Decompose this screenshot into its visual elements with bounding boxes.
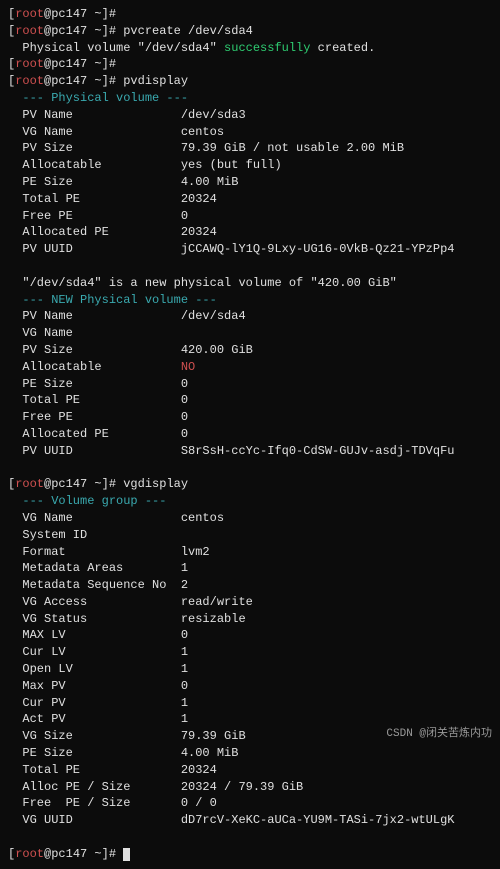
kv-row: PV Size 79.39 GiB / not usable 2.00 MiB [8,140,492,157]
kv-row: PE Size 0 [8,376,492,393]
prompt-line: [root@pc147 ~]# [8,56,492,73]
kv-row: Free PE 0 [8,409,492,426]
kv-row: VG Name centos [8,124,492,141]
kv-row: Max PV 0 [8,678,492,695]
output-line: --- Physical volume --- [8,90,492,107]
kv-row: VG Access read/write [8,594,492,611]
output-line [8,829,492,846]
csdn-watermark: CSDN @闭关苦炼内功 [386,727,492,742]
cursor [123,848,130,861]
kv-row: Allocated PE 0 [8,426,492,443]
kv-row: Allocated PE 20324 [8,224,492,241]
prompt-line: [root@pc147 ~]# [8,846,492,863]
kv-row: Open LV 1 [8,661,492,678]
kv-row: Format lvm2 [8,544,492,561]
output-line [8,460,492,477]
output-line: --- NEW Physical volume --- [8,292,492,309]
output-line [8,258,492,275]
kv-row: PV UUID S8rSsH-ccYc-Ifq0-CdSW-GUJv-asdj-… [8,443,492,460]
kv-row: Free PE / Size 0 / 0 [8,795,492,812]
kv-row: System ID [8,527,492,544]
kv-row: Alloc PE / Size 20324 / 79.39 GiB [8,779,492,796]
kv-row: Total PE 0 [8,392,492,409]
kv-row: VG Status resizable [8,611,492,628]
kv-row: PV Name /dev/sda3 [8,107,492,124]
kv-row: VG Name [8,325,492,342]
kv-row: Total PE 20324 [8,762,492,779]
kv-row: VG UUID dD7rcV-XeKC-aUCa-YU9M-TASi-7jx2-… [8,812,492,829]
kv-row: Allocatable yes (but full) [8,157,492,174]
output-line: --- Volume group --- [8,493,492,510]
prompt-line: [root@pc147 ~]# pvcreate /dev/sda4 [8,23,492,40]
kv-row: Metadata Sequence No 2 [8,577,492,594]
kv-row: PE Size 4.00 MiB [8,745,492,762]
prompt-line: [root@pc147 ~]# vgdisplay [8,476,492,493]
kv-row: PV Name /dev/sda4 [8,308,492,325]
kv-row: Total PE 20324 [8,191,492,208]
kv-row: Free PE 0 [8,208,492,225]
kv-row: Cur PV 1 [8,695,492,712]
output-line: Physical volume "/dev/sda4" successfully… [8,40,492,57]
kv-row: PE Size 4.00 MiB [8,174,492,191]
prompt-line: [root@pc147 ~]# pvdisplay [8,73,492,90]
output-line: [root@pc147 ~]# [8,6,492,23]
kv-row: VG Name centos [8,510,492,527]
kv-row: MAX LV 0 [8,627,492,644]
kv-row: Cur LV 1 [8,644,492,661]
kv-row: Metadata Areas 1 [8,560,492,577]
kv-row: PV UUID jCCAWQ-lY1Q-9Lxy-UG16-0VkB-Qz21-… [8,241,492,258]
output-line: "/dev/sda4" is a new physical volume of … [8,275,492,292]
kv-row: PV Size 420.00 GiB [8,342,492,359]
kv-row: Allocatable NO [8,359,492,376]
